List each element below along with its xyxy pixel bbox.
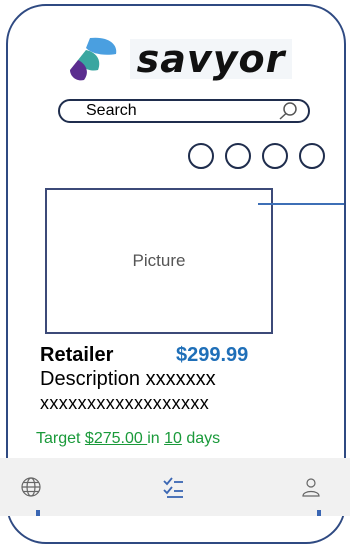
- connector-line: [258, 203, 344, 205]
- target-middle: in: [147, 430, 165, 447]
- carousel-dot[interactable]: [225, 143, 251, 169]
- brand-wordmark: savyor: [130, 37, 292, 81]
- tab-indicator: [36, 510, 40, 516]
- globe-icon: [21, 477, 41, 497]
- target-price[interactable]: $275.00: [85, 430, 147, 447]
- checklist-icon: [163, 477, 183, 498]
- retailer-name: Retailer: [40, 344, 114, 366]
- tab-globe[interactable]: [18, 474, 44, 500]
- tab-checklist[interactable]: [160, 474, 186, 500]
- target-prefix: Target: [36, 430, 85, 447]
- product-description-line2: xxxxxxxxxxxxxxxxxx: [40, 393, 210, 413]
- tab-user[interactable]: [298, 474, 324, 500]
- picture-label: Picture: [132, 251, 186, 270]
- carousel-dot[interactable]: [188, 143, 214, 169]
- product-picture[interactable]: Picture: [45, 188, 273, 334]
- product-description: Description xxxxxxx: [40, 368, 216, 390]
- search-icon[interactable]: [278, 101, 298, 121]
- search-input[interactable]: Search: [58, 99, 310, 123]
- brand-logo: savyor: [68, 36, 292, 82]
- target-suffix: days: [181, 430, 221, 447]
- leaf-logo-icon: [70, 37, 117, 81]
- product-price: $299.99: [176, 344, 249, 366]
- target-price-line: Target $275.00 in 10 days: [36, 430, 220, 448]
- carousel-dot[interactable]: [262, 143, 288, 169]
- search-label: Search: [86, 102, 137, 119]
- carousel-dots: [188, 143, 325, 169]
- target-days[interactable]: 10: [164, 430, 182, 447]
- tab-indicator: [317, 510, 321, 516]
- carousel-dot[interactable]: [299, 143, 325, 169]
- user-icon: [302, 478, 320, 497]
- bottom-nav: [0, 458, 350, 516]
